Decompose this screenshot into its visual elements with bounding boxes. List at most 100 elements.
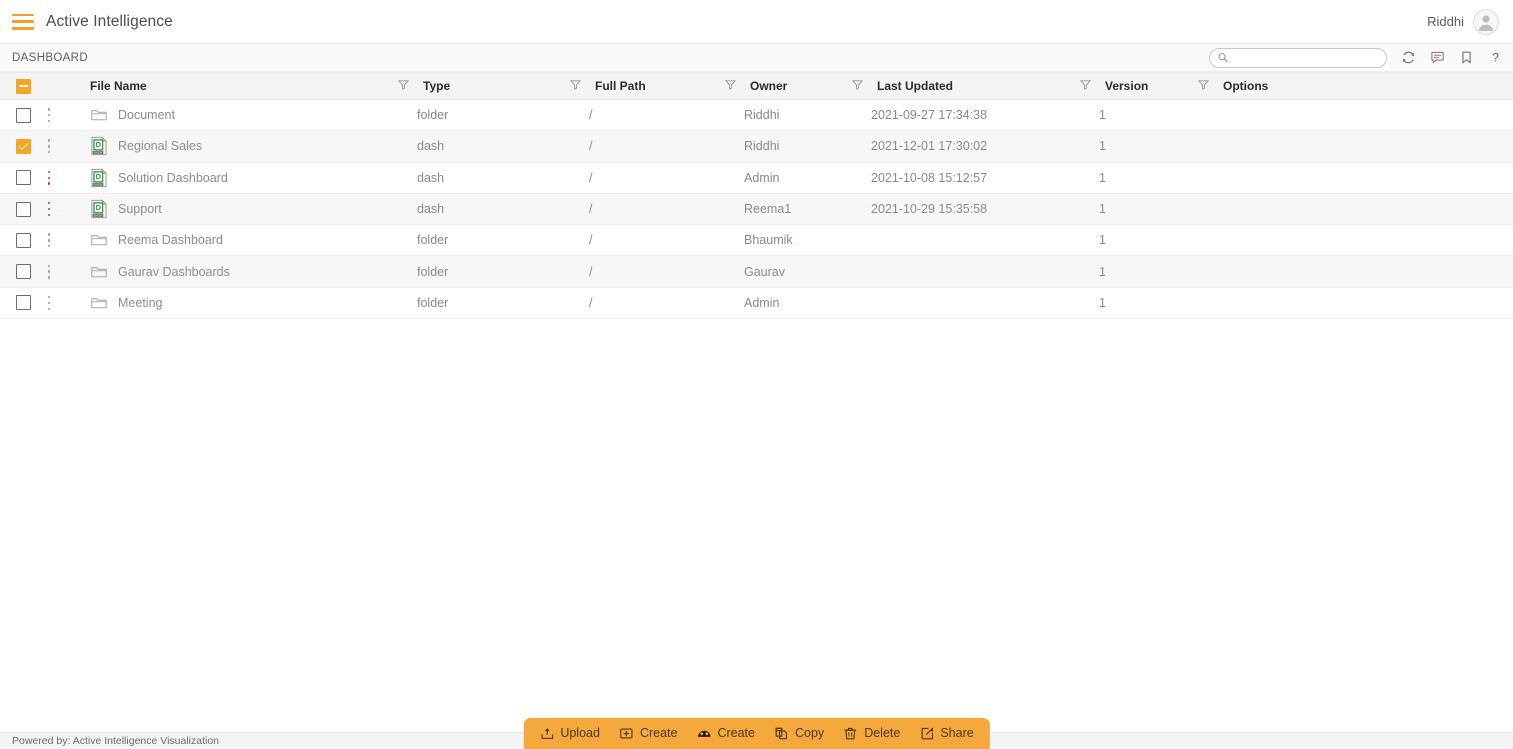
filter-icon-type[interactable] [569, 79, 582, 93]
row-checkbox[interactable] [16, 201, 31, 217]
row-checkbox[interactable] [16, 232, 31, 248]
column-header-version[interactable]: Version [1099, 72, 1217, 100]
row-options-menu-icon[interactable] [42, 170, 56, 186]
svg-text:DASH: DASH [94, 151, 102, 155]
cell-options [1217, 130, 1513, 163]
dash-file-icon: D DASH [91, 199, 107, 219]
refresh-icon[interactable] [1400, 50, 1416, 66]
row-checkbox[interactable] [16, 264, 31, 280]
help-icon[interactable]: ? [1487, 50, 1503, 66]
svg-text:DASH: DASH [94, 182, 102, 186]
column-header-full-path[interactable]: Full Path [589, 72, 744, 100]
row-select-cell [0, 99, 36, 132]
table-row[interactable]: Gaurav Dashboards folder / Gaurav 1 [0, 255, 1513, 288]
row-select-cell [0, 287, 36, 320]
table-row[interactable]: Meeting folder / Admin 1 [0, 287, 1513, 320]
cell-version: 1 [1099, 99, 1217, 132]
dash-file-icon: DDASH [91, 136, 107, 156]
cell-file-name: Reema Dashboard [62, 224, 417, 257]
svg-text:?: ? [1492, 51, 1499, 65]
delete-button[interactable]: Delete [843, 726, 900, 741]
row-checkbox[interactable] [16, 107, 31, 123]
create-folder-label: Create [639, 726, 678, 741]
row-options-menu-icon[interactable] [42, 107, 56, 123]
table-body: Document folder / Riddhi 2021-09-27 17:34:38… [0, 99, 1513, 320]
dashboard-icon [697, 730, 711, 737]
row-options-menu-icon[interactable] [42, 295, 56, 311]
column-header-type[interactable]: Type [417, 72, 589, 100]
row-menu-cell [36, 162, 62, 194]
row-checkbox[interactable] [16, 170, 31, 186]
copy-label: Copy [795, 726, 825, 741]
row-options-menu-icon[interactable] [42, 264, 56, 280]
column-header-owner[interactable]: Owner [744, 72, 871, 100]
filter-icon-full-path[interactable] [724, 79, 737, 93]
breadcrumb[interactable]: DASHBOARD [12, 52, 88, 64]
delete-label: Delete [864, 726, 901, 741]
cell-type: folder [417, 287, 589, 320]
file-name-label: Regional Sales [118, 139, 203, 154]
bookmark-icon[interactable] [1458, 50, 1474, 66]
row-options-menu-icon[interactable] [42, 232, 56, 248]
share-label: Share [940, 726, 974, 741]
cell-version: 1 [1099, 287, 1217, 320]
file-name-label: Document [118, 108, 175, 123]
filter-icon-last-updated[interactable] [1079, 79, 1092, 93]
hamburger-icon[interactable] [12, 13, 34, 30]
cell-last-updated: 2021-09-27 17:34:38 [871, 99, 1099, 132]
row-checkbox[interactable] [16, 138, 31, 154]
row-options-menu-icon[interactable] [42, 201, 56, 217]
filter-icon-file-name[interactable] [397, 79, 410, 93]
cell-file-name: D DASH Regional Sales [62, 130, 417, 163]
breadcrumb-tools: ? [1209, 47, 1503, 68]
row-menu-cell [36, 99, 62, 132]
create-folder-button[interactable]: Create [619, 726, 678, 741]
search-input[interactable] [1232, 51, 1378, 64]
table-row[interactable]: D DASH Solution Dashboard dash / Admin 2021-10… [0, 162, 1513, 194]
share-button[interactable]: Share [919, 726, 974, 741]
row-menu-cell [36, 255, 62, 288]
filter-icon-owner[interactable] [851, 79, 864, 93]
row-options-menu-icon[interactable] [42, 138, 56, 154]
upload-label: Upload [560, 726, 600, 741]
cell-owner: Admin [744, 287, 871, 320]
trash-icon [844, 727, 857, 740]
column-header-options: Options [1217, 72, 1513, 100]
row-menu-cell [36, 224, 62, 257]
column-label-version: Version [1105, 79, 1149, 93]
svg-text:D: D [96, 172, 101, 181]
column-header-file-name[interactable]: File Name [62, 72, 417, 100]
column-label-file-name: File Name [90, 79, 147, 93]
svg-text:DASH: DASH [94, 214, 102, 218]
user-avatar-icon[interactable] [1473, 8, 1499, 35]
cell-type: folder [417, 255, 589, 288]
table-row[interactable]: D DASH Regional Sales dash / Riddhi 2021-12-01… [0, 130, 1513, 163]
search-box[interactable] [1209, 47, 1387, 68]
row-checkbox[interactable] [16, 295, 31, 311]
svg-text:D: D [96, 203, 101, 212]
folder-icon [91, 266, 107, 277]
upload-icon [541, 728, 553, 740]
cell-type: folder [417, 224, 589, 257]
table-row[interactable]: Reema Dashboard folder / Bhaumik 1 [0, 224, 1513, 257]
table-row[interactable]: Document folder / Riddhi 2021-09-27 17:34:38… [0, 99, 1513, 132]
create-dashboard-label: Create [717, 726, 755, 741]
table-row[interactable]: D DASH Support dash / Reema1 2021-10-29 15:35:… [0, 193, 1513, 226]
cell-owner: Reema1 [744, 193, 871, 226]
share-icon [921, 727, 933, 740]
copy-button[interactable]: Copy [774, 726, 824, 741]
kebab-header [36, 72, 62, 100]
copy-icon [775, 727, 788, 740]
cell-options [1217, 193, 1513, 226]
upload-button[interactable]: Upload [539, 726, 600, 741]
column-label-full-path: Full Path [595, 79, 646, 93]
column-label-options: Options [1223, 79, 1269, 93]
comment-icon[interactable] [1429, 50, 1445, 66]
cell-last-updated: 2021-10-08 15:12:57 [871, 162, 1099, 194]
select-all-checkbox[interactable] [16, 78, 31, 94]
create-dashboard-button[interactable]: Create [696, 726, 755, 741]
row-menu-cell [36, 287, 62, 320]
column-header-last-updated[interactable]: Last Updated [871, 72, 1099, 100]
filter-icon-version[interactable] [1197, 79, 1210, 93]
cell-full-path: / [589, 130, 744, 163]
